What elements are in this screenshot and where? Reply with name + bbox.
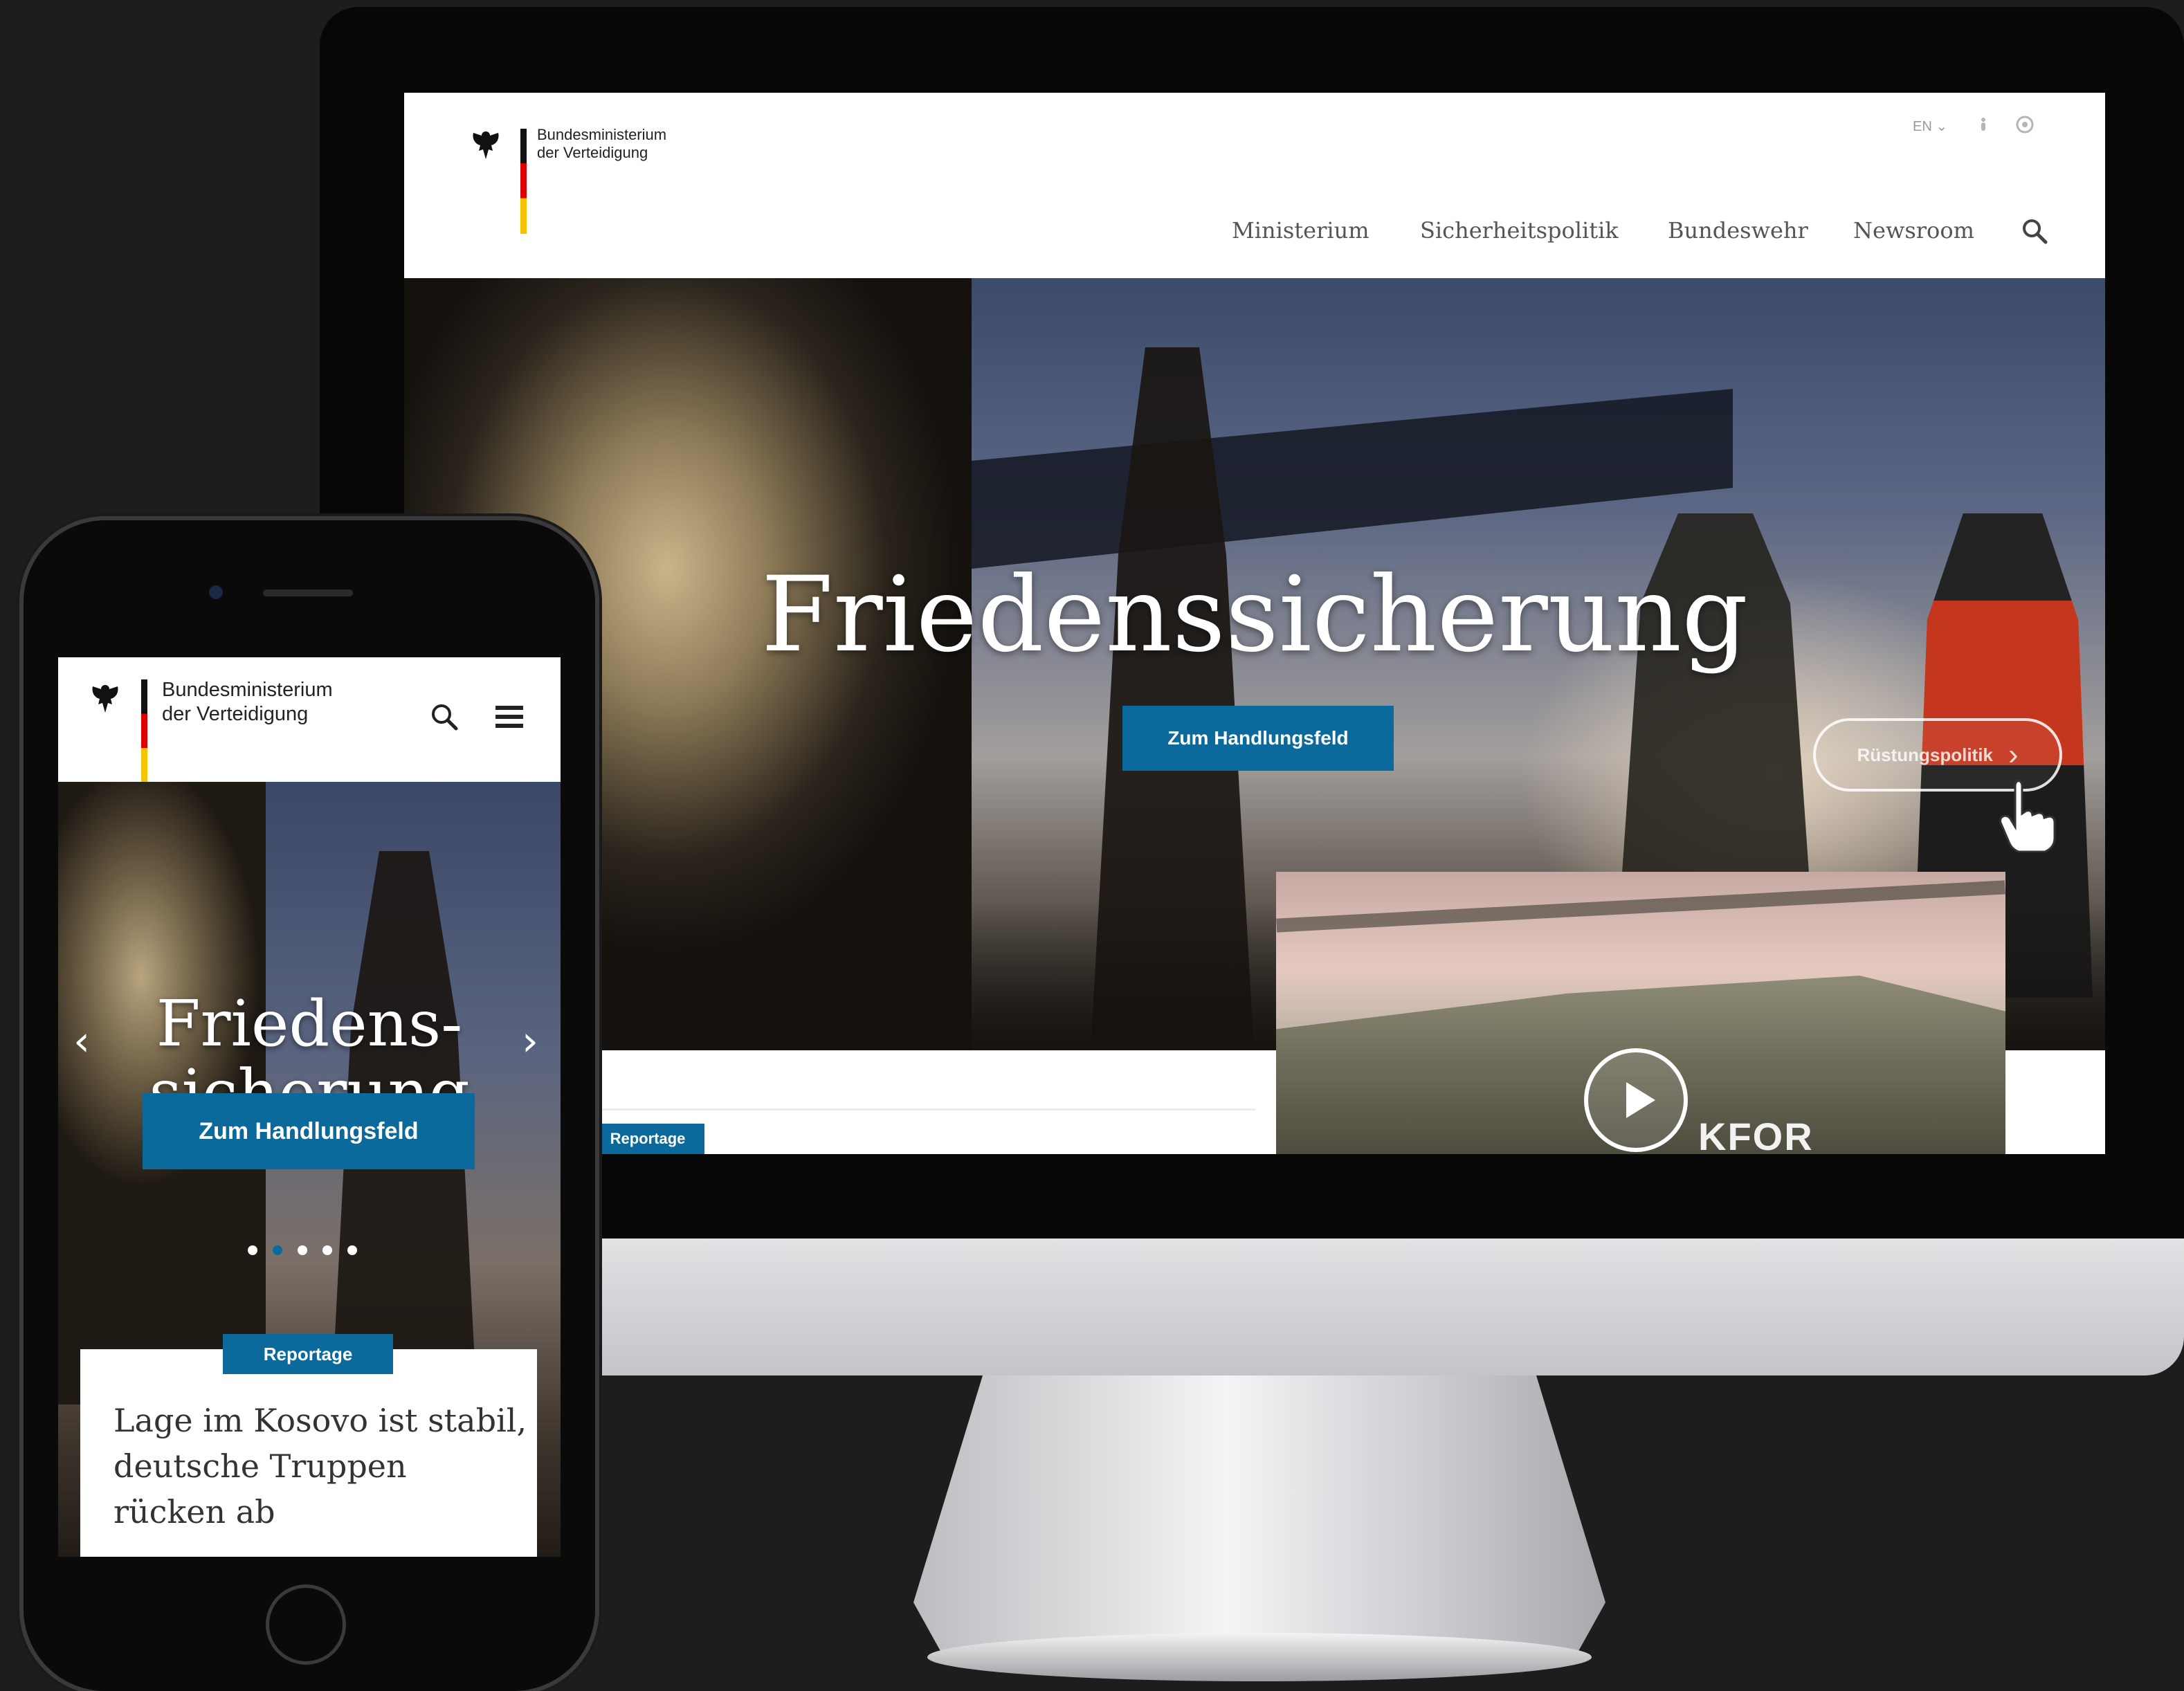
accessibility-icon[interactable] <box>1975 116 1992 133</box>
brand-line-2: der Verteidigung <box>162 702 309 725</box>
nav-item-sicherheitspolitik[interactable]: Sicherheitspolitik <box>1420 217 1619 244</box>
slide-dot[interactable] <box>298 1245 307 1255</box>
brand-text[interactable]: Bundesministerium der Verteidigung <box>537 126 666 163</box>
language-label: EN <box>1913 119 1932 134</box>
hero-title: Friedenssicherung <box>761 555 1749 675</box>
hand-cursor-icon <box>1999 779 2056 852</box>
imac-chin <box>320 1238 2184 1375</box>
federal-eagle-icon <box>92 685 118 713</box>
language-selector[interactable]: EN ⌄ <box>1913 118 1947 135</box>
federal-eagle-icon <box>473 131 499 159</box>
reportage-tag[interactable]: Reportage <box>223 1334 393 1374</box>
mobile-hero-cta-button[interactable]: Zum Handlungsfeld <box>143 1093 475 1169</box>
nav-item-newsroom[interactable]: Newsroom <box>1853 217 1974 244</box>
phone-camera <box>209 585 223 599</box>
search-icon[interactable] <box>429 702 459 732</box>
search-icon[interactable] <box>2021 217 2048 245</box>
sign-language-icon[interactable] <box>2015 115 2035 134</box>
video-teaser[interactable]: KFOR <box>1276 872 2005 1154</box>
next-arrow-icon[interactable]: › <box>522 1017 538 1066</box>
imac-stand <box>913 1375 1605 1652</box>
flag-stripe <box>141 679 147 783</box>
mobile-hero-title-line-1: Friedens- <box>156 987 463 1061</box>
reportage-tag[interactable]: Reportage <box>591 1124 704 1154</box>
aircraft-wing-shape <box>972 389 1733 569</box>
prev-arrow-icon[interactable]: ‹ <box>73 1017 90 1066</box>
slide-dot[interactable] <box>322 1245 332 1255</box>
teaser-card-title[interactable]: Lage im Kosovo ist stabil, deutsche Trup… <box>113 1398 529 1535</box>
brand-text[interactable]: Bundesministerium der Verteidigung <box>162 678 333 726</box>
brand-line-1: Bundesministerium <box>162 679 333 701</box>
play-icon[interactable] <box>1581 1045 1691 1154</box>
phone-speaker <box>263 589 353 596</box>
nav-item-bundeswehr[interactable]: Bundeswehr <box>1668 217 1808 244</box>
slide-dot[interactable] <box>273 1245 282 1255</box>
divider <box>591 1108 1255 1110</box>
menu-icon[interactable] <box>494 704 525 729</box>
hero-cta-button[interactable]: Zum Handlungsfeld <box>1122 706 1394 771</box>
chevron-right-icon: › <box>2008 738 2019 771</box>
imac-stand-foot <box>927 1633 1592 1681</box>
next-slide-label: Rüstungspolitik <box>1857 744 1993 765</box>
flag-stripe <box>520 129 527 234</box>
chevron-down-icon: ⌄ <box>1936 119 1948 134</box>
home-button[interactable] <box>266 1584 346 1665</box>
slide-dot[interactable] <box>347 1245 357 1255</box>
desktop-header: Bundesministerium der Verteidigung EN ⌄ … <box>404 93 2105 278</box>
mobile-screen: Bundesministerium der Verteidigung Fried… <box>58 657 561 1557</box>
rotor-blade <box>1276 880 2005 933</box>
brand-line-1: Bundesministerium <box>537 126 667 143</box>
brand-line-2: der Verteidigung <box>537 144 648 162</box>
desktop-screen: Bundesministerium der Verteidigung EN ⌄ … <box>404 93 2105 1154</box>
slide-dot[interactable] <box>248 1245 257 1255</box>
nav-item-ministerium[interactable]: Ministerium <box>1232 217 1369 244</box>
helicopter-marking: KFOR <box>1698 1115 1814 1154</box>
